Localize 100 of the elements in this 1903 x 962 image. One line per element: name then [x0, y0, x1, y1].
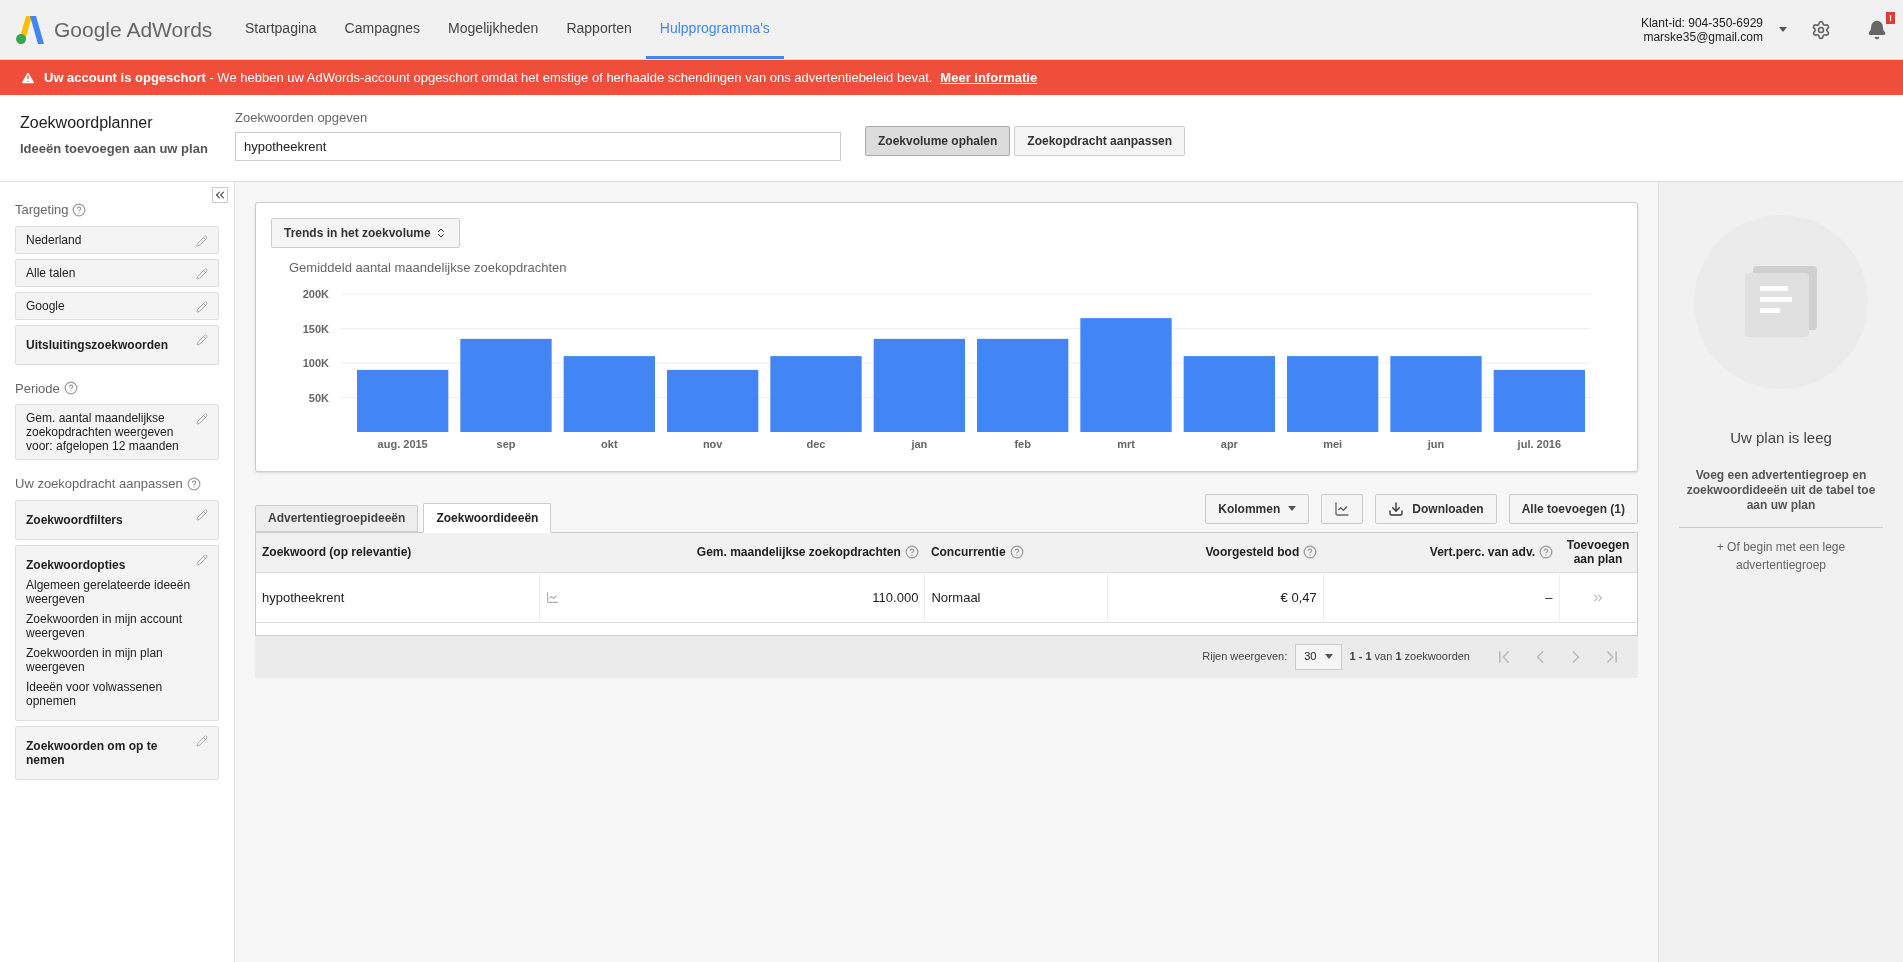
section-heading: Periode [15, 379, 60, 398]
column-header[interactable]: Gem. maandelijkse zoekopdrachten [696, 545, 901, 560]
help-icon[interactable] [63, 381, 78, 396]
sidebar-card[interactable]: Zoekwoordopties Algemeen gerelateerde ideeën weergeven Zoekwoorden in mijn account weergeven Zoekwoorden in mijn plan weergeven Ideeën voor volwassenen opnemen [15, 544, 219, 721]
sidebar-card[interactable]: Uitsluitingszoekwoorden [15, 324, 219, 365]
edit-icon[interactable] [196, 267, 208, 280]
chart-title: Gemiddeld aantal maandelijkse zoekopdrachten [289, 259, 568, 277]
settings-icon[interactable] [1811, 19, 1831, 40]
column-header[interactable]: Vert.perc. van adv. [1429, 545, 1535, 560]
keyword-cell: hypotheekrent [262, 589, 345, 605]
section-heading: Uw zoekopdracht aanpassen [15, 475, 183, 493]
search-button[interactable]: Zoekvolume ophalen [865, 126, 1011, 156]
axis-label: apr [1220, 437, 1238, 450]
axis-label: 100K [302, 356, 329, 369]
plan-title: Uw plan is leeg [1730, 428, 1832, 448]
help-icon[interactable] [72, 202, 87, 217]
edit-icon[interactable] [196, 300, 208, 313]
nav-tab[interactable]: Mogelijkheden [434, 0, 553, 59]
edit-icon[interactable] [196, 413, 208, 425]
searches-cell: 110.000 [872, 589, 919, 605]
logo-icon [16, 15, 46, 44]
section-heading: Targeting [15, 201, 69, 219]
caret-icon [1779, 27, 1787, 32]
card-title: Zoekwoordfilters [26, 512, 124, 527]
sidebar-card[interactable]: Alle talen [15, 258, 219, 287]
edit-icon[interactable] [196, 333, 208, 346]
option-text: Ideeën voor volwassenen opnemen [26, 679, 164, 708]
card-title: Google [26, 298, 66, 313]
column-header[interactable]: Toevoegen aan plan [1565, 538, 1631, 567]
notifications-icon[interactable] [1867, 19, 1887, 40]
collapse-icon[interactable] [212, 187, 228, 203]
sidebar-card[interactable]: Zoekwoordfilters [15, 499, 219, 540]
card-title: Zoekwoorden om op te nemen [26, 738, 159, 767]
caret-icon [1324, 654, 1333, 659]
chart-toggle-button[interactable] [1321, 493, 1364, 524]
axis-label: mrt [1117, 437, 1135, 450]
tab[interactable]: Zoekwoordideeën [423, 502, 552, 533]
field-label: Zoekwoorden opgeven [235, 109, 369, 127]
card-title: Nederland [26, 232, 83, 247]
axis-label: nov [702, 437, 723, 450]
edit-icon[interactable] [196, 734, 208, 747]
axis-label: 150K [302, 322, 329, 334]
line-chart-icon [1334, 500, 1351, 517]
caret-icon [1288, 506, 1297, 511]
axis-label: jul. 2016 [1517, 437, 1562, 450]
trend-icon[interactable] [545, 591, 559, 604]
share-cell: – [1545, 589, 1553, 605]
sidebar-card[interactable]: Nederland [15, 225, 219, 254]
axis-label: dec [806, 437, 826, 450]
column-header[interactable]: Concurrentie [930, 545, 1006, 560]
option-text: Zoekwoorden in mijn plan weergeven [26, 645, 164, 674]
column-header[interactable]: Zoekwoord (op relevantie) [262, 545, 412, 560]
account-email: marske35@gmail.com [1643, 29, 1763, 44]
edit-icon[interactable] [196, 508, 208, 521]
page-title: Zoekwoordplanner [20, 113, 154, 133]
nav-tab[interactable]: Startpagina [231, 0, 331, 59]
axis-label: 200K [302, 287, 329, 300]
sidebar-card[interactable]: Gem. aantal maandelijkse zoekopdrachten weergeven voor: afgelopen 12 maanden [15, 404, 219, 460]
range-text: 1 - 1 van 1 zoekwoorden [1349, 649, 1470, 665]
alert-message: Uw account is opgeschort - We hebben uw AdWords-account opgeschort omdat het emstige of herhaalde schendingen van ons advertentiebeleid bevat. [44, 68, 933, 87]
axis-label: jan [911, 437, 928, 450]
more-info-link[interactable]: Meer informatie [940, 67, 1038, 88]
card-title: Zoekwoordopties [26, 557, 127, 572]
competition-cell: Normaal [931, 589, 981, 605]
help-icon[interactable] [1539, 545, 1553, 560]
plan-text: Voeg een advertentiegroep en zoekwoordideeën uit de tabel toe aan uw plan [1685, 467, 1877, 513]
edit-icon[interactable] [196, 553, 208, 566]
logo-text: Google AdWords [54, 16, 213, 43]
edit-icon[interactable] [196, 234, 208, 247]
help-icon[interactable] [904, 545, 919, 560]
help-icon[interactable] [186, 476, 201, 491]
help-icon[interactable] [1303, 545, 1318, 560]
download-icon [1388, 500, 1405, 517]
axis-label: mei [1323, 437, 1343, 450]
new-ad-group-link[interactable]: + Of begin met een lege advertentiegroep [1679, 537, 1883, 574]
axis-label: 50K [308, 391, 329, 403]
notification-badge: ! [1886, 11, 1895, 24]
add-all-button[interactable]: Alle toevoegen (1) [1508, 493, 1638, 524]
axis-label: aug. 2015 [377, 437, 428, 450]
search-button[interactable]: Zoekopdracht aanpassen [1014, 126, 1186, 156]
client-id: Klant-id: 904-350-6929 [1640, 15, 1763, 30]
bid-cell: € 0,47 [1280, 589, 1317, 605]
rows-dropdown[interactable]: 30 [1295, 643, 1342, 670]
column-header[interactable]: Voorgesteld bod [1205, 545, 1300, 560]
warning-icon [20, 69, 36, 86]
sidebar-card[interactable]: Google [15, 291, 219, 320]
sidebar-card[interactable]: Zoekwoorden om op te nemen [15, 725, 219, 780]
help-icon[interactable] [1009, 545, 1024, 560]
option-text: Algemeen gerelateerde ideeën weergeven [26, 577, 192, 606]
nav-tab[interactable]: Rapporten [552, 0, 646, 59]
nav-tab[interactable]: Campagnes [330, 0, 435, 59]
card-title: Gem. aantal maandelijkse zoekopdrachten weergeven voor: afgelopen 12 maanden [26, 411, 180, 453]
chart-dropdown[interactable]: Trends in het zoekvolume [271, 218, 460, 248]
page-subtitle: Ideeën toevoegen aan uw plan [20, 140, 209, 158]
download-button[interactable]: Downloaden [1375, 493, 1497, 524]
keyword-input[interactable]: hypotheekrent [235, 131, 841, 161]
axis-label: sep [496, 437, 516, 450]
columns-button[interactable]: Kolommen [1205, 493, 1310, 524]
tab[interactable]: Advertentiegroepideeën [255, 504, 419, 532]
axis-label: feb [1014, 437, 1031, 450]
